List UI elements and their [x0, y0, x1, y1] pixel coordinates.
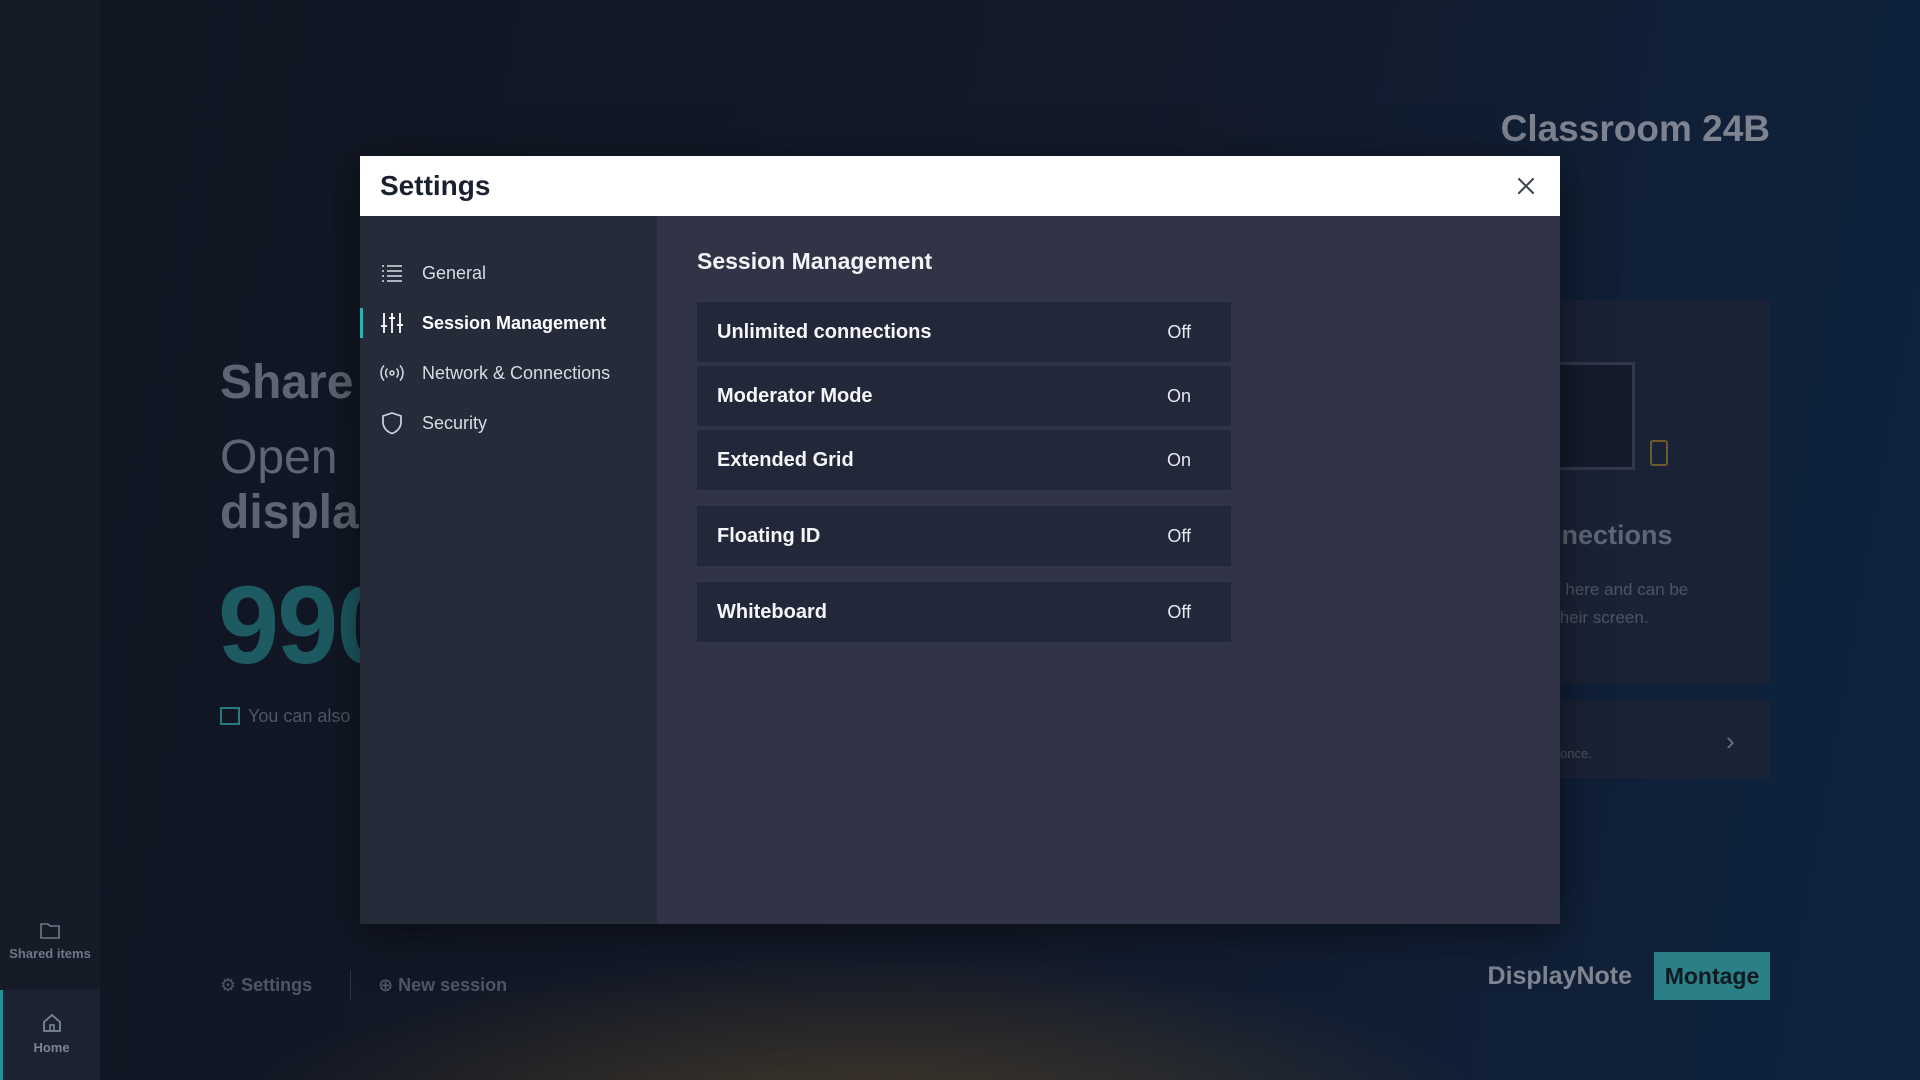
modal-header: Settings	[360, 156, 1560, 216]
setting-row-extended-grid[interactable]: Extended Grid On	[697, 430, 1231, 490]
setting-label: Whiteboard	[717, 600, 827, 623]
setting-value: On	[1166, 449, 1191, 470]
brand-name: DisplayNote	[1487, 962, 1632, 990]
settings-modal: Settings General Session Management Netw…	[360, 156, 1560, 924]
also-hint: You can also	[220, 706, 350, 727]
rail-shared-items[interactable]: Shared items	[0, 920, 100, 961]
rail-home[interactable]: Home	[0, 990, 100, 1080]
connections-desc-line-2: their screen.	[1555, 608, 1649, 627]
open-line-2: displa	[220, 486, 359, 539]
setting-label: Moderator Mode	[717, 384, 873, 407]
setting-row-whiteboard[interactable]: Whiteboard Off	[697, 582, 1231, 642]
share-heading: Share	[220, 356, 354, 409]
left-rail: Shared items Home	[0, 0, 100, 1080]
upload-icon	[220, 707, 240, 725]
nav-item-network-label: Network & Connections	[422, 362, 611, 383]
broadcast-icon	[380, 361, 404, 385]
nav-item-session-management[interactable]: Session Management	[360, 298, 657, 348]
nav-item-session-management-label: Session Management	[422, 312, 607, 333]
gear-icon: ⚙	[220, 975, 237, 995]
footer-settings-label: Settings	[241, 975, 313, 995]
setting-label: Extended Grid	[717, 448, 854, 471]
plus-circle-icon: ⊕	[378, 975, 394, 995]
footer-new-session-label: New session	[398, 975, 508, 995]
nav-item-network-connections[interactable]: Network & Connections	[360, 348, 657, 398]
info-card-text: once.	[1560, 746, 1592, 761]
home-icon	[42, 1013, 61, 1032]
open-instructions: Open displa	[220, 430, 359, 540]
close-icon	[1518, 178, 1534, 194]
modal-title: Settings	[380, 170, 491, 201]
setting-label: Unlimited connections	[717, 320, 932, 343]
setting-row-unlimited-connections[interactable]: Unlimited connections Off	[697, 302, 1231, 362]
setting-label: Floating ID	[717, 524, 821, 547]
rail-shared-items-label: Shared items	[9, 946, 91, 961]
shield-icon	[380, 411, 404, 435]
open-line-1: Open	[220, 431, 338, 484]
setting-row-floating-id[interactable]: Floating ID Off	[697, 506, 1231, 566]
phone-illustration	[1650, 440, 1668, 466]
setting-row-moderator-mode[interactable]: Moderator Mode On	[697, 366, 1231, 426]
rail-home-label: Home	[33, 1040, 70, 1055]
folder-icon	[40, 923, 60, 939]
setting-value: Off	[1167, 525, 1191, 546]
also-hint-text: You can also	[248, 706, 351, 726]
footer-settings-button[interactable]: ⚙ Settings	[220, 975, 312, 996]
chevron-right-icon[interactable]: ›	[1726, 726, 1735, 757]
footer-new-session-button[interactable]: ⊕ New session	[378, 975, 507, 996]
connections-desc-line-1: r here and can be	[1555, 580, 1689, 599]
connections-heading: nnections	[1545, 520, 1673, 550]
setting-value: Off	[1167, 321, 1191, 342]
settings-content: Session Management Unlimited connections…	[657, 216, 1560, 924]
settings-nav: General Session Management Network & Con…	[360, 216, 657, 924]
room-name: Classroom 24B	[1500, 108, 1770, 149]
list-icon	[380, 261, 404, 285]
modal-body: General Session Management Network & Con…	[360, 216, 1560, 924]
nav-item-general[interactable]: General	[360, 248, 657, 298]
brand-product-badge: Montage	[1654, 952, 1770, 1000]
setting-value: On	[1166, 385, 1191, 406]
connections-description: r here and can be their screen.	[1555, 576, 1688, 632]
close-button[interactable]	[1510, 170, 1542, 202]
sliders-icon	[380, 311, 404, 335]
nav-item-general-label: General	[422, 262, 487, 283]
nav-item-security[interactable]: Security	[360, 398, 657, 448]
nav-item-security-label: Security	[422, 412, 488, 433]
section-title: Session Management	[697, 248, 933, 274]
setting-value: Off	[1167, 601, 1191, 622]
footer-divider	[350, 970, 351, 1000]
